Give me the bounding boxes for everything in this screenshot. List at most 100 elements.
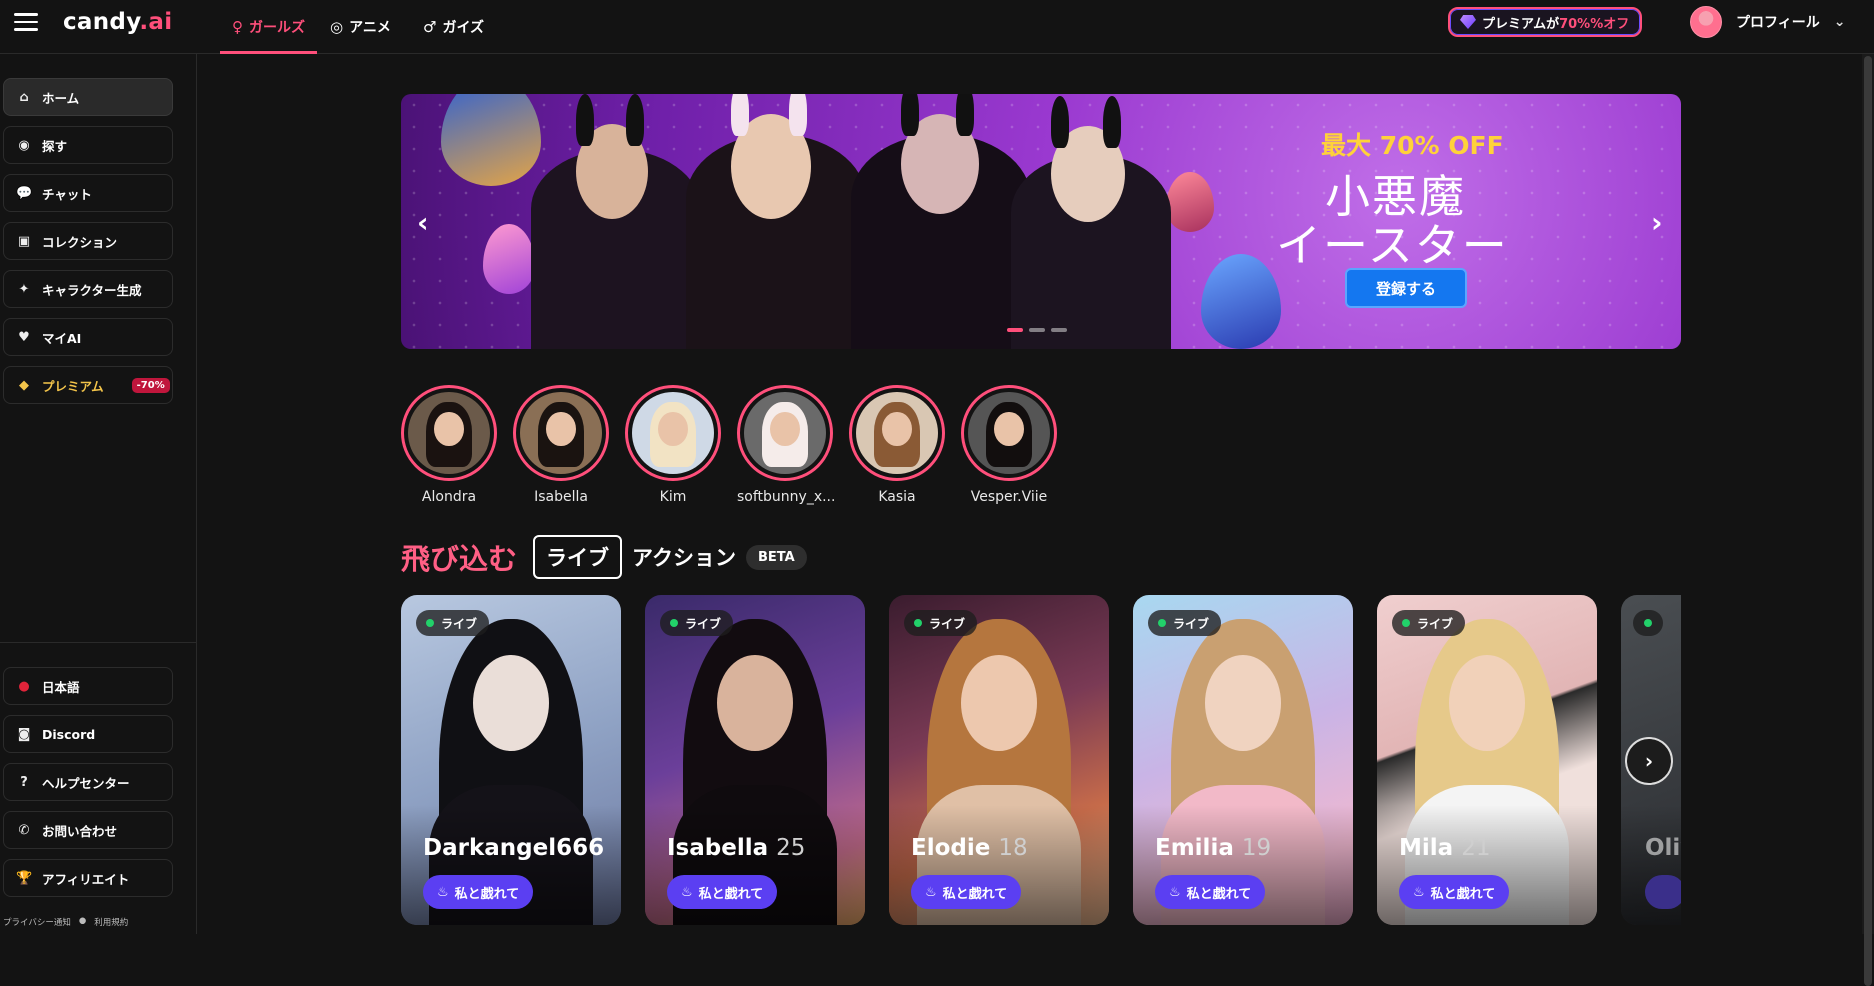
flirt-button-label: 私と戯れて <box>1186 886 1252 902</box>
flirt-button[interactable] <box>1645 875 1681 909</box>
story-item[interactable]: Kasia <box>849 385 945 505</box>
card-image <box>717 655 793 751</box>
sidebar-item-affiliate[interactable]: 🏆 アフィリエイト <box>3 859 173 897</box>
sidebar-item-label: 探す <box>42 138 68 154</box>
story-item[interactable]: Vesper.Viie <box>961 385 1057 505</box>
story-item[interactable]: Kim <box>625 385 721 505</box>
story-name: softbunny_x... <box>737 489 836 505</box>
tab-action[interactable]: アクション <box>632 542 736 572</box>
premium-offer-highlight: 70%%オフ <box>1559 16 1630 32</box>
story-name: Vesper.Viie <box>970 489 1048 505</box>
character-card[interactable]: ライブ Elodie 18 ♨ 私と戯れて <box>889 595 1109 925</box>
magic-wand-icon: ✦ <box>18 281 30 297</box>
sidebar-item-label: ヘルプセンター <box>42 775 130 791</box>
story-photo <box>856 392 938 474</box>
sidebar-item-create-character[interactable]: ✦ キャラクター生成 <box>3 270 173 308</box>
flirt-button[interactable]: ♨ 私と戯れて <box>911 875 1022 909</box>
terms-link[interactable]: 利用規約 <box>94 916 128 928</box>
story-photo <box>408 392 490 474</box>
sidebar-item-discord[interactable]: ◙ Discord <box>3 715 173 753</box>
carousel-dot[interactable] <box>1029 328 1045 332</box>
story-avatar <box>625 385 721 481</box>
flirt-button[interactable]: ♨ 私と戯れて <box>1155 875 1266 909</box>
gem-icon <box>1460 15 1476 29</box>
carousel-dot[interactable] <box>1007 328 1023 332</box>
top-bar: candy.ai ♀ ガールズ ◎ アニメ ♂ ガイズ プレミアムが 70%%オフ… <box>0 0 1874 54</box>
promo-banner[interactable]: ‹ › 最大 70% OFF 小悪魔 イースター 登録する <box>401 94 1681 349</box>
bunny-ear <box>901 94 919 136</box>
female-icon: ♀ <box>232 18 243 36</box>
card-image <box>473 655 549 751</box>
sidebar-item-collection[interactable]: ▣ コレクション <box>3 222 173 260</box>
premium-offer-button[interactable]: プレミアムが 70%%オフ <box>1448 7 1642 37</box>
sidebar-item-help-center[interactable]: ? ヘルプセンター <box>3 763 173 801</box>
sidebar-item-label: チャット <box>42 186 92 202</box>
beta-badge: BETA <box>745 544 807 570</box>
sidebar-item-home[interactable]: ⌂ ホーム <box>3 78 173 116</box>
sidebar-item-my-ai[interactable]: ♥ マイAI <box>3 318 173 356</box>
flirt-button[interactable]: ♨ 私と戯れて <box>1399 875 1510 909</box>
tab-girls[interactable]: ♀ ガールズ <box>220 0 317 54</box>
sidebar-item-premium[interactable]: ◆ プレミアム -70% <box>3 366 173 404</box>
story-name: Kasia <box>878 489 916 505</box>
scrollbar-thumb[interactable] <box>1864 56 1872 986</box>
section-title: 飛び込む <box>401 542 518 576</box>
flirt-button-label: 私と戯れて <box>1430 886 1496 902</box>
character-card[interactable]: ライブ Isabella 25 ♨ 私と戯れて <box>645 595 865 925</box>
flirt-button[interactable]: ♨ 私と戯れて <box>667 875 778 909</box>
story-item[interactable]: softbunny_x... <box>737 385 836 505</box>
avatar <box>1690 6 1722 38</box>
live-dot-icon <box>1402 619 1410 627</box>
tab-anime[interactable]: ◎ アニメ <box>330 0 391 54</box>
bunny-ear <box>789 94 807 136</box>
tab-girls-label: ガールズ <box>249 20 305 36</box>
discount-badge: -70% <box>131 377 170 393</box>
tab-live[interactable]: ライブ <box>533 535 623 579</box>
card-name: Oliv <box>1645 835 1681 861</box>
logo[interactable]: candy.ai <box>63 9 172 35</box>
sidebar-item-contact[interactable]: ✆ お問い合わせ <box>3 811 173 849</box>
logo-text: candy <box>63 9 140 35</box>
register-button[interactable]: 登録する <box>1345 268 1467 308</box>
profile-menu[interactable]: プロフィール ⌄ <box>1690 6 1845 38</box>
sidebar-item-chat[interactable]: 💬 チャット <box>3 174 173 212</box>
footer-links: プライバシー通知 ● 利用規約 <box>3 916 128 928</box>
sidebar: ⌂ ホーム ◉ 探す 💬 チャット ▣ コレクション ✦ キャラクター生成 ♥ … <box>0 54 197 934</box>
character-card[interactable]: ライブ Mila 21 ♨ 私と戯れて <box>1377 595 1597 925</box>
tab-guys[interactable]: ♂ ガイズ <box>423 0 484 54</box>
story-item[interactable]: Isabella <box>513 385 609 505</box>
chat-icon: 💬 <box>16 185 33 201</box>
card-age: 21 <box>1461 835 1491 861</box>
character-card[interactable]: ライブ Emilia 19 ♨ 私と戯れて <box>1133 595 1353 925</box>
story-item[interactable]: Alondra <box>401 385 497 505</box>
page-scrollbar[interactable] <box>1862 54 1874 986</box>
menu-icon[interactable] <box>14 13 38 31</box>
sidebar-item-language[interactable]: ● 日本語 <box>3 667 173 705</box>
character-card[interactable]: ライブ Darkangel666 ♨ 私と戯れて <box>401 595 621 925</box>
privacy-link[interactable]: プライバシー通知 <box>3 916 71 928</box>
flirt-button-label: 私と戯れて <box>942 886 1008 902</box>
story-photo <box>744 392 826 474</box>
banner-next-arrow[interactable]: › <box>1651 206 1663 239</box>
live-label: ライブ <box>441 616 478 631</box>
story-name: Alondra <box>421 489 477 505</box>
card-age: 19 <box>1241 835 1272 861</box>
sidebar-item-explore[interactable]: ◉ 探す <box>3 126 173 164</box>
flirt-button[interactable]: ♨ 私と戯れて <box>423 875 534 909</box>
contact-icon: ✆ <box>18 822 30 838</box>
premium-offer-text: プレミアムが <box>1482 16 1560 32</box>
story-avatar <box>513 385 609 481</box>
live-dot-icon <box>1644 619 1652 627</box>
carousel-dot[interactable] <box>1051 328 1067 332</box>
live-badge: ライブ <box>1148 610 1222 636</box>
story-name: Isabella <box>534 489 588 505</box>
card-image <box>1205 655 1281 751</box>
banner-prev-arrow[interactable]: ‹ <box>417 206 429 239</box>
card-title: Darkangel666 <box>423 835 604 861</box>
sidebar-item-label: コレクション <box>42 234 118 250</box>
carousel-next-button[interactable]: › <box>1625 737 1673 785</box>
profile-label: プロフィール <box>1736 15 1820 31</box>
card-image <box>1449 655 1525 751</box>
chat-bubble-icon: ♨ <box>437 884 449 900</box>
chat-bubble-icon: ♨ <box>1169 884 1181 900</box>
